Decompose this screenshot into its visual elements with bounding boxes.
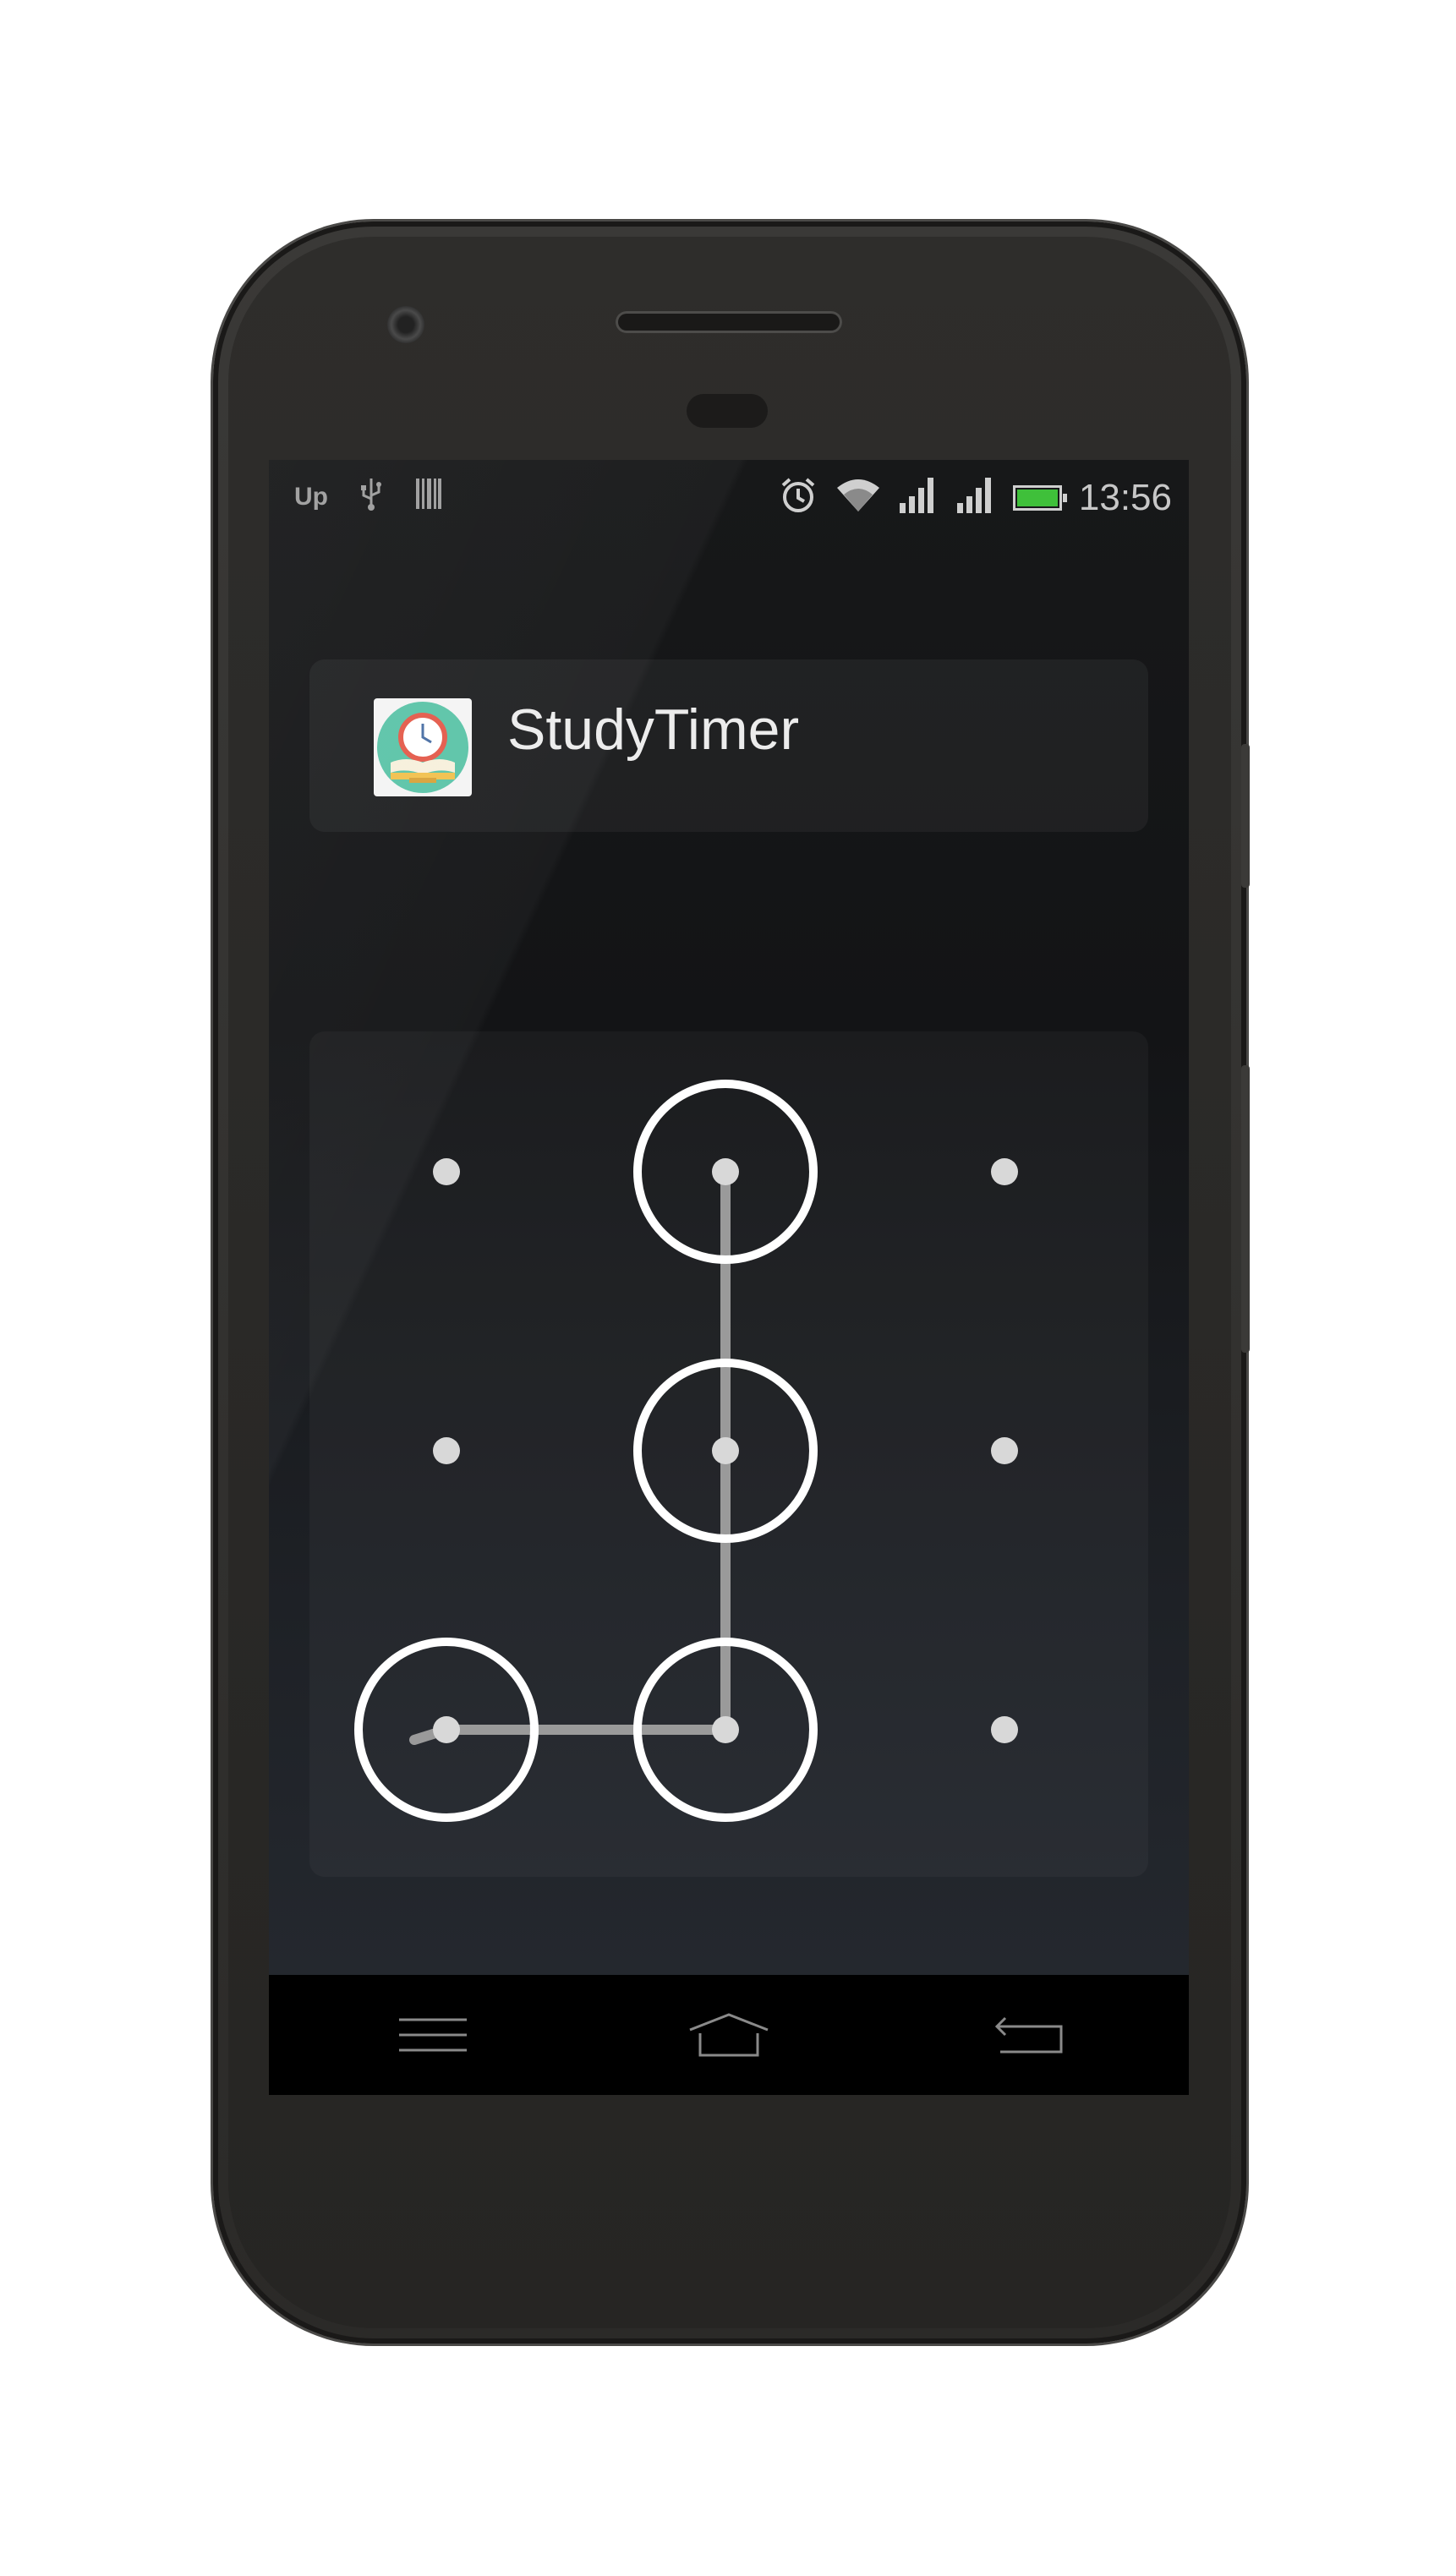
app-name: StudyTimer [507,697,800,762]
home-icon [689,2013,769,2057]
pattern-dot [712,1158,739,1185]
menu-button[interactable] [391,2005,475,2065]
barcode-icon [414,477,443,517]
signal-icon [955,476,996,519]
earpiece-speaker [616,311,842,333]
status-time: 13:56 [1078,476,1172,518]
pattern-dot [712,1716,739,1743]
signal-icon [898,476,939,519]
navigation-bar [269,1975,1189,2095]
status-bar: Up 13:56 [269,460,1189,528]
usb-icon [359,477,384,517]
power-button [1241,744,1250,888]
pattern-dot [433,1437,460,1464]
pattern-dot [991,1158,1018,1185]
front-camera [387,306,424,343]
back-icon [994,2016,1063,2054]
battery-icon [1012,484,1067,511]
proximity-sensor [687,394,768,428]
battery-level [1016,489,1058,506]
pattern-dot-r1-c0[interactable] [433,1437,460,1464]
pattern-dot-r0-c2[interactable] [991,1158,1018,1185]
status-bar-right: 13:56 [778,475,1172,520]
pattern-dot-r1-c2[interactable] [991,1437,1018,1464]
pattern-dot [433,1716,460,1743]
screen: Up 13:56 StudyTimer [269,460,1189,2095]
pattern-dot [991,1437,1018,1464]
app-header-card: StudyTimer [309,659,1148,832]
pattern-dot-r0-c0[interactable] [433,1158,460,1185]
pattern-dot-r2-c2[interactable] [991,1716,1018,1743]
alarm-icon [778,475,818,520]
upwork-icon: Up [294,483,328,511]
wifi-icon [835,476,881,519]
pattern-dot [433,1158,460,1185]
pattern-grid[interactable] [309,1031,1148,1877]
study-timer-app-icon [374,698,472,796]
pattern-dot [991,1716,1018,1743]
volume-button [1241,1065,1250,1353]
pattern-dot [712,1437,739,1464]
pattern-lock-area[interactable] [309,1031,1148,1877]
menu-icon [399,2018,467,2052]
home-button[interactable] [687,2005,771,2065]
back-button[interactable] [988,2005,1072,2065]
status-bar-left: Up [294,477,443,517]
